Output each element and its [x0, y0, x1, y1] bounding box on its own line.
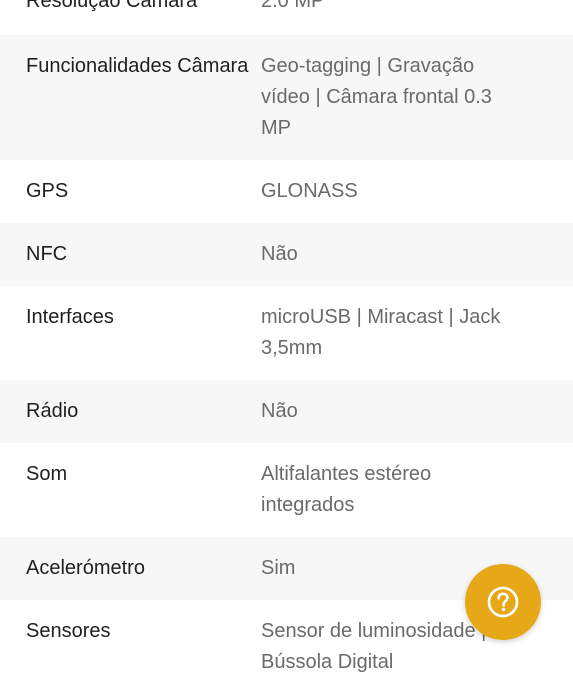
spec-row-camera-resolution: Resolução Câmara 2.0 MP: [0, 0, 573, 35]
spec-value: microUSB | Miracast | Jack 3,5mm: [261, 306, 501, 359]
spec-row-interfaces: Interfaces microUSB | Miracast | Jack 3,…: [0, 286, 573, 380]
spec-label: NFC: [26, 243, 68, 265]
spec-row-sound: Som Altifalantes estéreo integrados: [0, 443, 573, 537]
spec-value: Altifalantes estéreo integrados: [261, 463, 432, 516]
spec-row-camera-features: Funcionalidades Câmara Geo-tagging | Gra…: [0, 35, 573, 160]
spec-value: Não: [261, 243, 298, 265]
spec-row-radio: Rádio Não: [0, 380, 573, 443]
spec-value: Não: [261, 400, 298, 422]
spec-label: Interfaces: [26, 306, 114, 328]
help-circle-icon: [487, 586, 519, 618]
spec-value: 2.0 MP: [261, 0, 325, 12]
spec-label: Rádio: [26, 400, 79, 422]
spec-label: Resolução Câmara: [26, 0, 198, 12]
spec-label: GPS: [26, 180, 69, 202]
spec-row-gps: GPS GLONASS: [0, 160, 573, 223]
spec-label: Som: [26, 463, 68, 485]
help-button[interactable]: [465, 564, 541, 640]
spec-row-nfc: NFC Não: [0, 223, 573, 286]
spec-label: Funcionalidades Câmara: [26, 55, 249, 77]
spec-label: Acelerómetro: [26, 557, 145, 579]
spec-label: Sensores: [26, 620, 111, 642]
spec-value: GLONASS: [261, 180, 358, 202]
spec-value: Geo-tagging | Gravação vídeo | Câmara fr…: [261, 55, 492, 139]
